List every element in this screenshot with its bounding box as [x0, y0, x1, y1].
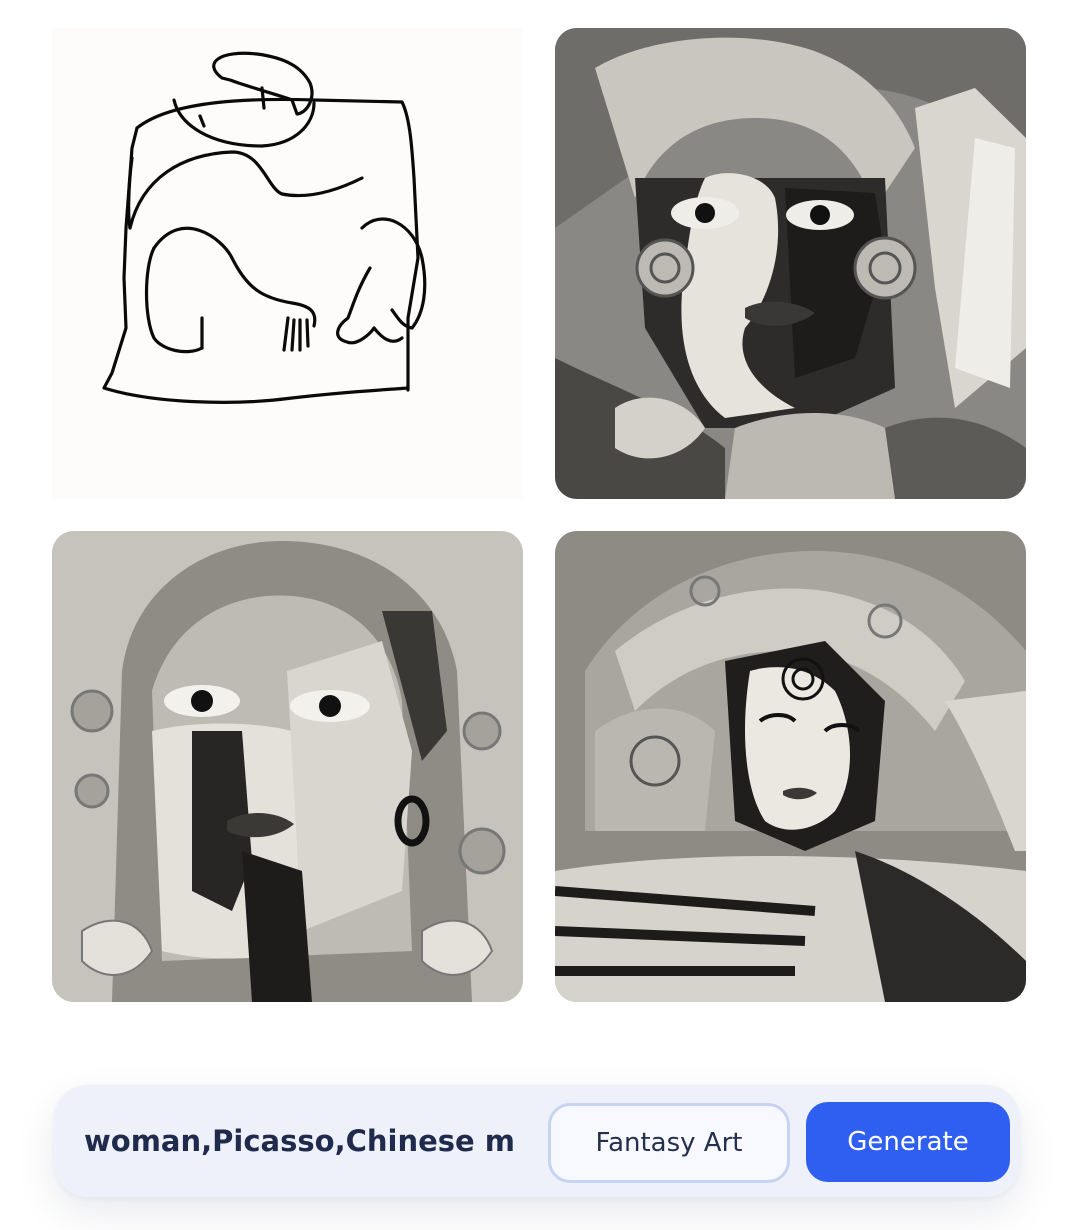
cubist-portrait-image [555, 531, 1026, 1002]
prompt-input[interactable] [84, 1111, 516, 1171]
generated-image-3[interactable] [555, 531, 1026, 1002]
generate-button-label: Generate [847, 1127, 969, 1157]
cubist-portrait-image [555, 28, 1026, 499]
style-selector-label: Fantasy Art [595, 1128, 743, 1158]
generated-image-2[interactable] [52, 531, 523, 1002]
generated-image-1[interactable] [555, 28, 1026, 499]
prompt-bar: Fantasy Art Generate [54, 1085, 1020, 1197]
style-selector-button[interactable]: Fantasy Art [548, 1103, 790, 1183]
line-sketch [102, 51, 427, 404]
cubist-portrait-image [52, 531, 523, 1002]
generate-button[interactable]: Generate [806, 1102, 1010, 1182]
sketch-input-image[interactable] [52, 28, 523, 499]
